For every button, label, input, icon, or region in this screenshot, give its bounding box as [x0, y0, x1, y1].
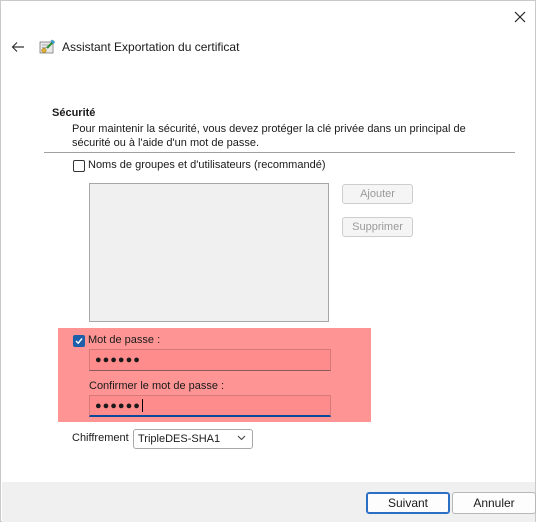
section-heading: Sécurité	[52, 107, 96, 119]
confirm-password-value: ●●●●●●	[95, 399, 141, 412]
groups-checkbox-label[interactable]: Noms de groupes et d'utilisateurs (recom…	[88, 159, 325, 171]
groups-listbox[interactable]	[89, 183, 329, 322]
certificate-wizard-icon	[39, 39, 55, 54]
password-value: ●●●●●●	[95, 354, 141, 366]
confirm-password-label: Confirmer le mot de passe :	[89, 380, 225, 392]
chevron-down-icon	[237, 435, 246, 441]
add-button[interactable]: Ajouter	[342, 184, 413, 204]
groups-checkbox[interactable]	[73, 160, 85, 172]
section-description: Pour maintenir la sécurité, vous devez p…	[72, 123, 466, 149]
close-button[interactable]	[509, 7, 531, 27]
remove-button[interactable]: Supprimer	[342, 217, 413, 237]
divider	[44, 152, 515, 153]
text-caret	[141, 399, 143, 412]
cancel-button[interactable]: Annuler	[452, 492, 536, 514]
wizard-window: Assistant Exportation du certificat Sécu…	[0, 0, 536, 522]
encryption-select[interactable]: TripleDES-SHA1	[133, 429, 253, 449]
encryption-label: Chiffrement	[72, 432, 129, 444]
close-icon	[514, 11, 526, 23]
window-title: Assistant Exportation du certificat	[62, 40, 240, 54]
encryption-selected-value: TripleDES-SHA1	[138, 433, 221, 445]
back-button[interactable]	[8, 37, 28, 57]
next-button[interactable]: Suivant	[366, 492, 450, 514]
password-checkbox-label[interactable]: Mot de passe :	[88, 334, 160, 346]
checkmark-icon	[75, 338, 83, 345]
back-arrow-icon	[11, 42, 24, 52]
confirm-password-input[interactable]: ●●●●●●	[89, 395, 331, 417]
password-checkbox[interactable]	[73, 335, 85, 347]
password-input[interactable]: ●●●●●●	[89, 349, 331, 371]
